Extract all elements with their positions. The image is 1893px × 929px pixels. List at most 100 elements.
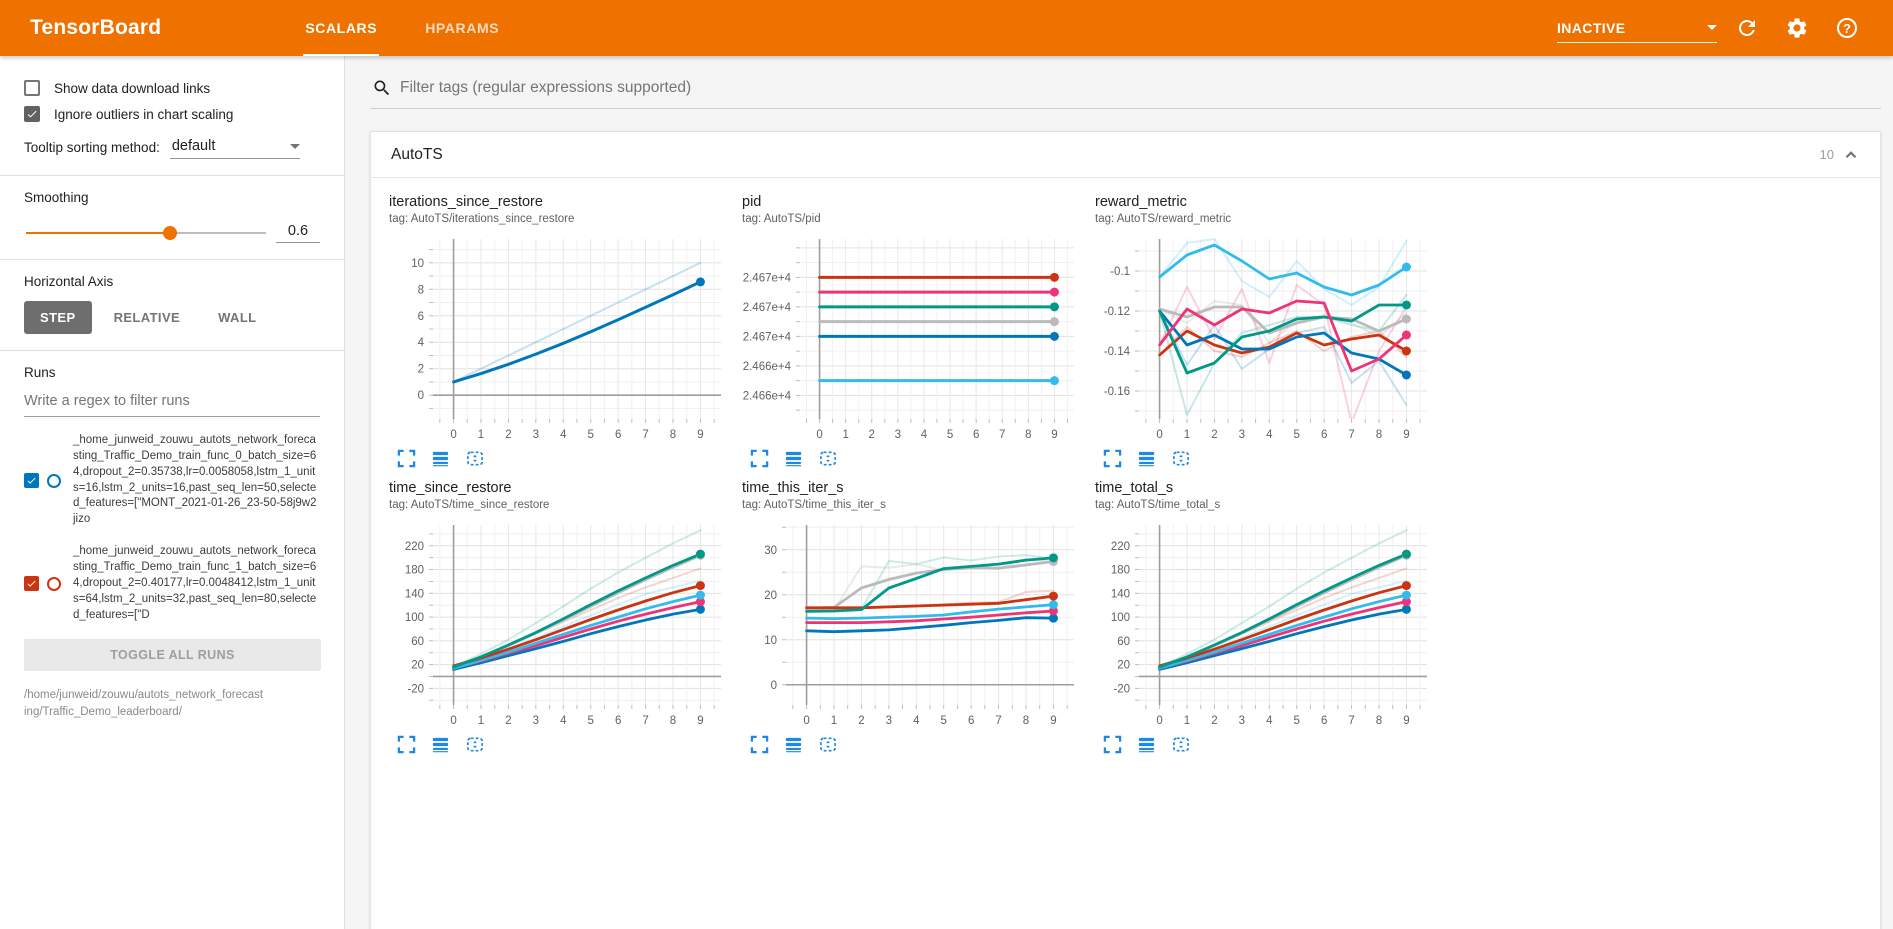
chart-tag: tag: AutoTS/time_this_iter_s	[742, 499, 1095, 511]
app-header: TensorBoard SCALARS HPARAMS INACTIVE ?	[0, 0, 1893, 56]
svg-text:1: 1	[1184, 429, 1190, 441]
chart-title: time_total_s	[1095, 480, 1448, 496]
fit-domain-icon[interactable]	[818, 735, 838, 754]
svg-text:20: 20	[764, 590, 777, 602]
chart-card-pid: pidtag: AutoTS/pid2.467e+42.467e+42.467e…	[742, 194, 1095, 480]
log-scale-icon[interactable]	[431, 449, 450, 468]
search-icon	[372, 78, 392, 98]
svg-text:140: 140	[405, 588, 424, 600]
axis-step-button[interactable]: STEP	[24, 301, 92, 334]
chart-toolbar	[1095, 449, 1448, 468]
chart-plot[interactable]: 2.467e+42.467e+42.467e+42.466e+42.466e+4…	[742, 233, 1082, 445]
chart-toolbar	[389, 449, 742, 468]
chevron-up-icon[interactable]	[1842, 146, 1860, 164]
chart-plot[interactable]: 10864200123456789	[389, 233, 729, 445]
data-status-dropdown[interactable]: INACTIVE	[1557, 13, 1717, 43]
expand-chart-icon[interactable]	[750, 735, 769, 754]
log-scale-icon[interactable]	[784, 735, 803, 754]
smoothing-value[interactable]: 0.6	[276, 223, 320, 243]
run-radio[interactable]	[47, 577, 61, 591]
expand-chart-icon[interactable]	[1103, 449, 1122, 468]
help-button[interactable]: ?	[1827, 8, 1867, 48]
chart-title: reward_metric	[1095, 194, 1448, 210]
expand-chart-icon[interactable]	[397, 449, 416, 468]
svg-text:0: 0	[450, 429, 456, 441]
log-scale-icon[interactable]	[1137, 735, 1156, 754]
slider-thumb[interactable]	[163, 226, 177, 240]
tag-filter-input[interactable]	[400, 79, 1879, 97]
slider-fill	[26, 232, 170, 234]
smoothing-slider[interactable]	[26, 232, 266, 234]
svg-text:20: 20	[411, 660, 424, 672]
chart-tag: tag: AutoTS/iterations_since_restore	[389, 213, 742, 225]
svg-text:0: 0	[450, 715, 456, 727]
log-scale-icon[interactable]	[431, 735, 450, 754]
tooltip-sorting-value: default	[172, 138, 216, 154]
svg-text:8: 8	[1025, 429, 1031, 441]
chart-toolbar	[742, 449, 1095, 468]
chart-plot[interactable]: 2201801401006020-200123456789	[1095, 519, 1435, 731]
svg-text:0: 0	[816, 429, 822, 441]
svg-text:100: 100	[405, 612, 424, 624]
expand-chart-icon[interactable]	[397, 735, 416, 754]
log-scale-icon[interactable]	[1137, 449, 1156, 468]
svg-text:2: 2	[858, 715, 864, 727]
run-item[interactable]: _home_junweid_zouwu_autots_network_forec…	[24, 544, 320, 623]
checkbox-unchecked-icon[interactable]	[24, 80, 40, 96]
tab-hparams[interactable]: HPARAMS	[401, 0, 523, 56]
run-item[interactable]: _home_junweid_zouwu_autots_network_forec…	[24, 433, 320, 528]
chart-plot[interactable]: -0.1-0.12-0.14-0.160123456789	[1095, 233, 1435, 445]
run-checkbox[interactable]	[24, 473, 39, 488]
log-scale-icon[interactable]	[784, 449, 803, 468]
chart-tag: tag: AutoTS/reward_metric	[1095, 213, 1448, 225]
svg-text:4: 4	[560, 715, 567, 727]
svg-text:-0.16: -0.16	[1104, 386, 1130, 398]
run-radio[interactable]	[47, 474, 61, 488]
chevron-down-icon	[290, 144, 300, 149]
checkbox-checked-icon[interactable]	[24, 106, 40, 122]
svg-text:2.466e+4: 2.466e+4	[743, 361, 792, 373]
fit-domain-icon[interactable]	[465, 735, 485, 754]
svg-text:220: 220	[1111, 541, 1130, 553]
svg-text:220: 220	[405, 541, 424, 553]
show-download-links-checkbox-row[interactable]: Show data download links	[24, 80, 320, 96]
svg-text:8: 8	[1376, 429, 1382, 441]
refresh-icon	[1735, 16, 1759, 40]
svg-text:-20: -20	[407, 683, 424, 695]
svg-text:6: 6	[1321, 429, 1327, 441]
axis-relative-button[interactable]: RELATIVE	[98, 301, 197, 334]
expand-chart-icon[interactable]	[1103, 735, 1122, 754]
svg-text:7: 7	[1348, 429, 1354, 441]
chart-plot[interactable]: 30201000123456789	[742, 519, 1082, 731]
tab-scalars[interactable]: SCALARS	[281, 0, 401, 56]
fit-domain-icon[interactable]	[1171, 449, 1191, 468]
chart-title: time_this_iter_s	[742, 480, 1095, 496]
svg-text:6: 6	[973, 429, 979, 441]
axis-wall-button[interactable]: WALL	[202, 301, 272, 334]
expand-chart-icon[interactable]	[750, 449, 769, 468]
fit-domain-icon[interactable]	[1171, 735, 1191, 754]
chart-toolbar	[1095, 735, 1448, 754]
runs-filter-input[interactable]	[24, 393, 320, 409]
svg-text:8: 8	[418, 284, 424, 296]
fit-domain-icon[interactable]	[818, 449, 838, 468]
run-checkbox[interactable]	[24, 576, 39, 591]
chart-plot[interactable]: 2201801401006020-200123456789	[389, 519, 729, 731]
svg-text:60: 60	[1117, 636, 1130, 648]
fit-domain-icon[interactable]	[465, 449, 485, 468]
tag-filter[interactable]	[370, 70, 1881, 109]
run-name: _home_junweid_zouwu_autots_network_forec…	[73, 544, 317, 623]
runs-label: Runs	[24, 365, 320, 380]
autots-section-header[interactable]: AutoTS 10	[371, 132, 1880, 178]
svg-text:100: 100	[1111, 612, 1130, 624]
svg-text:3: 3	[886, 715, 892, 727]
settings-button[interactable]	[1777, 8, 1817, 48]
settings-sidebar: Show data download links Ignore outliers…	[0, 56, 345, 929]
toggle-all-runs-button[interactable]: TOGGLE ALL RUNS	[24, 639, 321, 671]
svg-text:6: 6	[1321, 715, 1327, 727]
svg-text:0: 0	[803, 715, 809, 727]
data-status-value: INACTIVE	[1557, 20, 1626, 36]
refresh-button[interactable]	[1727, 8, 1767, 48]
tooltip-sorting-select[interactable]: default	[170, 136, 300, 159]
ignore-outliers-checkbox-row[interactable]: Ignore outliers in chart scaling	[24, 106, 320, 122]
